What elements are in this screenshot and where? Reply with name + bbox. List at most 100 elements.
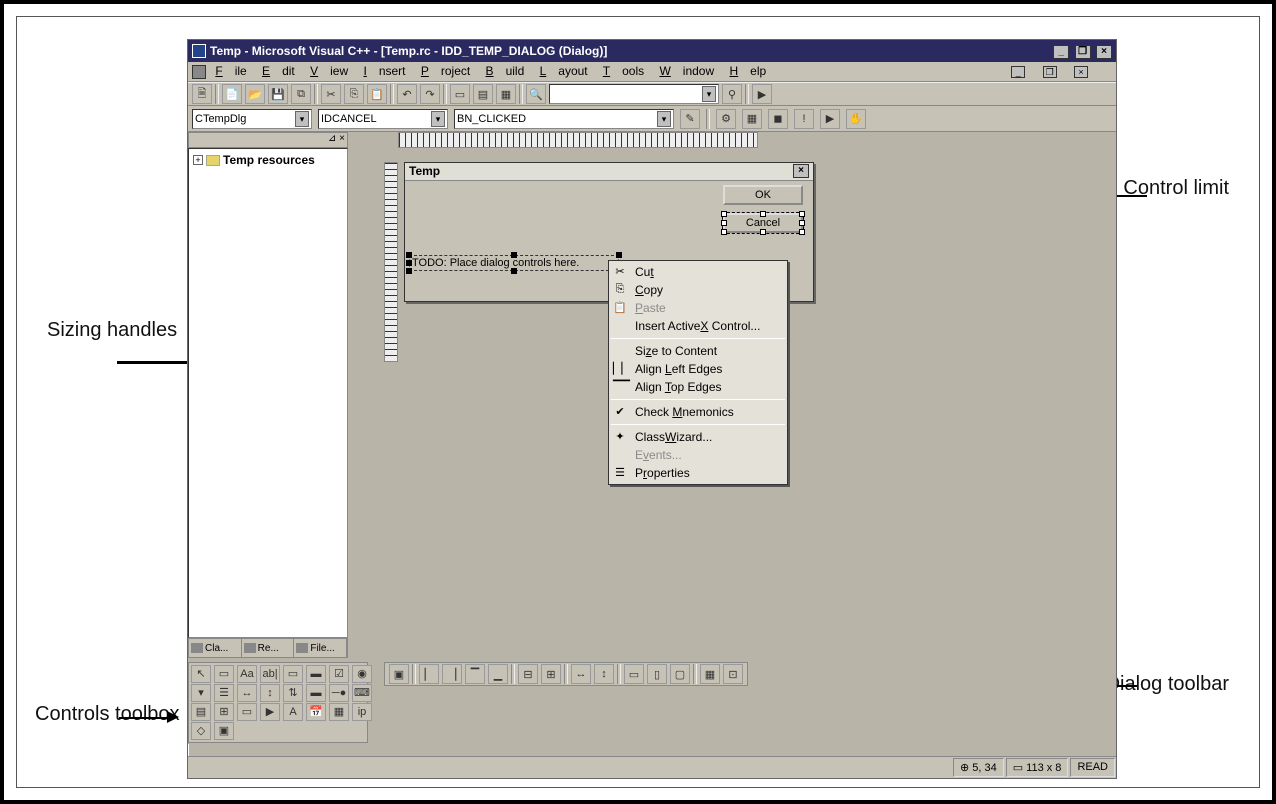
find-in-files-button[interactable]: ⚲ [722,84,742,104]
horizontal-ruler[interactable] [398,132,758,148]
toolbox-tab[interactable]: ▭ [237,703,257,721]
toolbox-static[interactable]: Aa [237,665,257,683]
close-button[interactable]: × [1096,45,1112,59]
same-height-button[interactable]: ▯ [647,664,667,684]
toolbox-slider[interactable]: ─● [329,684,349,702]
menu-size-to-content[interactable]: Size to Content [609,342,787,360]
toolbox-combobox[interactable]: ▾ [191,684,211,702]
toolbox-hotkey[interactable]: ⌨ [352,684,372,702]
resource-tree[interactable]: + Temp resources [188,148,348,638]
paste-button[interactable]: 📋 [367,84,387,104]
execute-button[interactable]: ! [794,109,814,129]
title-bar[interactable]: Temp - Microsoft Visual C++ - [Temp.rc -… [188,40,1116,62]
tree-root-node[interactable]: + Temp resources [193,153,343,167]
toolbox-hscroll[interactable]: ↔ [237,684,257,702]
menu-align-top[interactable]: ▔▔Align Top Edges [609,378,787,396]
menu-check-mnemonics[interactable]: ✔Check Mnemonics [609,403,787,421]
tab-resourceview[interactable]: Re... [242,639,295,657]
space-down-button[interactable]: ↕ [594,664,614,684]
mdi-minimize-button[interactable]: _ [1011,66,1025,78]
menu-window[interactable]: Window [659,64,714,78]
toolbox-radio[interactable]: ◉ [352,665,372,683]
toolbox-group[interactable]: ▭ [283,665,303,683]
toolbox-vscroll[interactable]: ↕ [260,684,280,702]
copy-button[interactable]: ⎘ [344,84,364,104]
toolbox-edit[interactable]: ab| [260,665,280,683]
compile-button[interactable]: ⚙ [716,109,736,129]
wizard-action-button[interactable]: ✎ [680,109,700,129]
mdi-system-icon[interactable] [192,65,206,79]
menu-paste[interactable]: 📋Paste [609,299,787,317]
menu-insert[interactable]: Insert [363,64,405,78]
center-horz-button[interactable]: ⊞ [541,664,561,684]
menu-file[interactable]: File [215,64,246,78]
align-top-button[interactable]: ▔ [465,664,485,684]
go-button[interactable]: ▶ [752,84,772,104]
align-left-button[interactable]: ▏ [419,664,439,684]
toolbox-list[interactable]: ▤ [191,703,211,721]
find-button[interactable]: 🔍 [526,84,546,104]
maximize-button[interactable]: ❐ [1075,45,1091,59]
toolbox-pointer[interactable]: ↖ [191,665,211,683]
todo-static-text[interactable]: TODO: Place dialog controls here. [409,255,619,271]
align-right-button[interactable]: ▕ [442,664,462,684]
output-button[interactable]: ▤ [473,84,493,104]
menu-tools[interactable]: Tools [603,64,644,78]
workspace-button[interactable]: ▭ [450,84,470,104]
undo-button[interactable]: ↶ [397,84,417,104]
message-combo[interactable]: BN_CLICKED ▾ [454,109,674,129]
menu-view[interactable]: View [310,64,348,78]
toolbox-tree[interactable]: ⊞ [214,703,234,721]
expand-icon[interactable]: + [193,155,203,165]
mdi-close-button[interactable]: × [1074,66,1088,78]
toolbox-animate[interactable]: ▶ [260,703,280,721]
stopbuild-button[interactable]: ◼ [768,109,788,129]
menu-edit[interactable]: Edit [262,64,295,78]
menu-help[interactable]: Help [730,64,767,78]
toggle-guides-button[interactable]: ⊡ [723,664,743,684]
minimize-button[interactable]: _ [1053,45,1069,59]
windowlist-button[interactable]: ▦ [496,84,516,104]
dialog-titlebar[interactable]: Temp × [405,163,813,181]
test-dialog-button[interactable]: ▣ [389,664,409,684]
menu-align-left[interactable]: ▏▏Align Left Edges [609,360,787,378]
find-combo[interactable]: ▾ [549,84,719,104]
center-vert-button[interactable]: ⊟ [518,664,538,684]
new-text-button[interactable]: 🗎 [192,84,212,104]
menu-project[interactable]: Project [421,64,470,78]
toolbox-month[interactable]: ▦ [329,703,349,721]
redo-button[interactable]: ↷ [420,84,440,104]
toolbox-listbox[interactable]: ☰ [214,684,234,702]
tab-classview[interactable]: Cla... [189,639,242,657]
workspace-handle[interactable]: ⊿ × [188,132,348,148]
cut-button[interactable]: ✂ [321,84,341,104]
toolbox-picture[interactable]: ▭ [214,665,234,683]
menu-layout[interactable]: Layout [540,64,588,78]
menu-cut[interactable]: ✂Cut [609,263,787,281]
same-size-button[interactable]: ▢ [670,664,690,684]
space-across-button[interactable]: ↔ [571,664,591,684]
save-button[interactable]: 💾 [268,84,288,104]
class-combo[interactable]: CTempDlg ▾ [192,109,312,129]
toolbox-button[interactable]: ▬ [306,665,326,683]
toolbox-extended[interactable]: ▣ [214,722,234,740]
menu-copy[interactable]: ⎘Copy [609,281,787,299]
align-bottom-button[interactable]: ▁ [488,664,508,684]
menu-insert-activex[interactable]: Insert ActiveX Control... [609,317,787,335]
new-button[interactable]: 📄 [222,84,242,104]
toolbox-spin[interactable]: ⇅ [283,684,303,702]
toggle-grid-button[interactable]: ▦ [700,664,720,684]
toolbox-custom[interactable]: ◇ [191,722,211,740]
mdi-restore-button[interactable]: ❐ [1043,66,1057,78]
go-debug-button[interactable]: ▶ [820,109,840,129]
toolbox-checkbox[interactable]: ☑ [329,665,349,683]
open-button[interactable]: 📂 [245,84,265,104]
toolbox-ip[interactable]: ip [352,703,372,721]
toolbox-progress[interactable]: ▬ [306,684,326,702]
dialog-close-icon[interactable]: × [793,164,809,178]
menu-events[interactable]: Events... [609,446,787,464]
menu-properties[interactable]: ☰Properties [609,464,787,482]
same-width-button[interactable]: ▭ [624,664,644,684]
control-id-combo[interactable]: IDCANCEL ▾ [318,109,448,129]
tab-fileview[interactable]: File... [294,639,347,657]
